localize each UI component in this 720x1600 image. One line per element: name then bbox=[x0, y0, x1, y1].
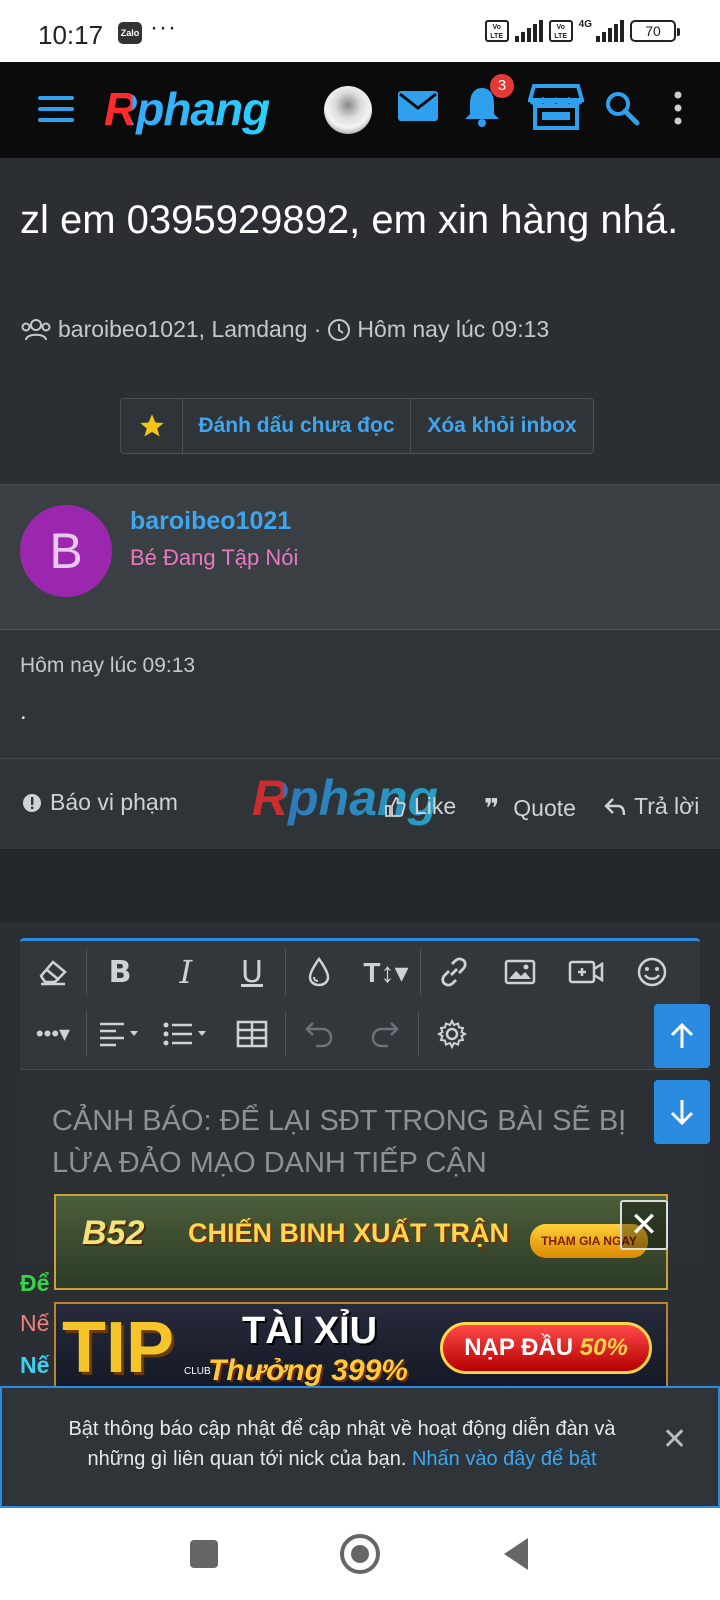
font-size-icon[interactable]: T↕▾ bbox=[352, 941, 420, 1003]
ad-b52-title: CHIẾN BINH XUẤT TRẬN bbox=[188, 1218, 509, 1248]
star-icon bbox=[139, 414, 164, 437]
editor-toolbar-row-1: B I U T↕▾ bbox=[20, 941, 700, 1003]
ad-tip-deposit-label: NẠP ĐẦU bbox=[464, 1334, 574, 1361]
thread-actions: Đánh dấu chưa đọc Xóa khỏi inbox bbox=[120, 398, 594, 454]
mail-icon[interactable] bbox=[396, 88, 440, 124]
more-notifications-icon: ··· bbox=[150, 14, 177, 41]
back-button[interactable] bbox=[504, 1538, 528, 1570]
reply-button[interactable]: Trả lời bbox=[604, 793, 699, 820]
message-avatar[interactable]: B bbox=[20, 505, 112, 597]
recent-apps-button[interactable] bbox=[190, 1540, 218, 1568]
report-button[interactable]: Báo vi phạm bbox=[22, 789, 178, 816]
clock-icon bbox=[328, 318, 351, 341]
message-date[interactable]: Hôm nay lúc 09:13 bbox=[20, 654, 195, 678]
reply-icon bbox=[604, 797, 626, 815]
ad-banner-b52[interactable]: B52 CHIẾN BINH XUẤT TRẬN THAM GIA NGAY bbox=[54, 1194, 668, 1290]
message-username[interactable]: baroibeo1021 bbox=[130, 507, 291, 536]
message-user-rank: Bé Đang Tập Nói bbox=[130, 545, 299, 570]
remove-inbox-button[interactable]: Xóa khỏi inbox bbox=[411, 399, 593, 453]
network-type: 4G bbox=[578, 19, 592, 30]
bold-icon[interactable]: B bbox=[87, 941, 153, 1003]
volte-icon-2: Vo LTE bbox=[548, 20, 573, 42]
home-button[interactable] bbox=[340, 1534, 380, 1574]
image-icon[interactable] bbox=[487, 941, 553, 1003]
mark-unread-button[interactable]: Đánh dấu chưa đọc bbox=[183, 399, 411, 453]
alert-icon bbox=[23, 793, 41, 812]
italic-icon[interactable]: I bbox=[153, 941, 219, 1003]
push-notification-banner: Bật thông báo cập nhật để cập nhật về ho… bbox=[0, 1386, 720, 1508]
message-actions: Báo vi phạm Rphang Like ❞ Quote Trả lời bbox=[0, 758, 720, 850]
site-header: Rphang 3 bbox=[0, 62, 720, 158]
editor-placeholder: CẢNH BÁO: ĐỂ LẠI SĐT TRONG BÀI SẼ BỊ LỪA… bbox=[52, 1105, 627, 1179]
message-text: . bbox=[20, 698, 27, 725]
color-drop-icon[interactable] bbox=[286, 941, 352, 1003]
message-body: Hôm nay lúc 09:13 . bbox=[0, 630, 720, 758]
quote-button[interactable]: ❞ Quote bbox=[484, 793, 576, 824]
editor-toolbar-row-2: •••▾ bbox=[20, 1003, 700, 1065]
kebab-menu-icon[interactable] bbox=[672, 90, 684, 126]
star-button[interactable] bbox=[121, 399, 183, 453]
message-header: B baroibeo1021 Bé Đang Tập Nói bbox=[0, 484, 720, 630]
ad-close-button[interactable]: ✕ bbox=[620, 1200, 668, 1250]
ad-tip-deposit-button[interactable]: NẠP ĐẦU 50% bbox=[440, 1322, 652, 1374]
signal-icon bbox=[514, 20, 543, 42]
notification-badge: 3 bbox=[490, 74, 514, 98]
reply-label: Trả lời bbox=[634, 793, 700, 819]
participants-icon bbox=[21, 318, 51, 340]
ad-b52-logo: B52 bbox=[82, 1214, 145, 1252]
store-icon[interactable] bbox=[528, 82, 584, 132]
ad-tip-title: TÀI XỈU bbox=[242, 1310, 378, 1352]
user-avatar[interactable] bbox=[324, 86, 372, 134]
battery-icon: 70 bbox=[630, 20, 680, 42]
rule-text-line-3: Nế bbox=[20, 1352, 50, 1378]
report-label: Báo vi phạm bbox=[50, 789, 178, 815]
quote-label: Quote bbox=[513, 795, 576, 821]
smiley-icon[interactable] bbox=[619, 941, 685, 1003]
undo-icon[interactable] bbox=[286, 1003, 352, 1065]
rule-text-line-2: Nế bbox=[20, 1310, 50, 1336]
ad-tip-club: CLUB bbox=[184, 1366, 211, 1377]
eraser-icon[interactable] bbox=[20, 941, 86, 1003]
scroll-top-button[interactable] bbox=[654, 1004, 710, 1068]
like-label: Like bbox=[414, 793, 457, 819]
site-logo[interactable]: Rphang bbox=[104, 82, 270, 136]
redo-icon[interactable] bbox=[352, 1003, 418, 1065]
arrow-down-icon bbox=[670, 1100, 694, 1126]
menu-icon[interactable] bbox=[38, 96, 74, 124]
ad-banner-tip[interactable]: TIP CLUB TÀI XỈU Thưởng 399% NẠP ĐẦU 50% bbox=[54, 1302, 668, 1390]
status-bar: 10:17 Zalo ··· Vo LTE Vo LTE 4G 70 bbox=[0, 0, 720, 62]
like-button[interactable]: Like bbox=[384, 793, 456, 820]
ad-tip-logo: TIP bbox=[62, 1308, 175, 1388]
rule-text-line-1: Để bbox=[20, 1270, 50, 1296]
arrow-up-icon bbox=[670, 1022, 694, 1048]
notice-enable-link[interactable]: Nhấn vào đây để bật bbox=[412, 1448, 597, 1470]
thumbs-up-icon bbox=[385, 796, 406, 817]
underline-icon[interactable]: U bbox=[219, 941, 285, 1003]
zalo-icon: Zalo bbox=[118, 22, 142, 44]
volte-icon: Vo LTE bbox=[484, 20, 509, 42]
notice-text: Bật thông báo cập nhật để cập nhật về ho… bbox=[42, 1414, 642, 1474]
thread-meta: baroibeo1021, Lamdang · Hôm nay lúc 09:1… bbox=[20, 316, 549, 343]
quote-icon: ❞ bbox=[484, 793, 500, 823]
scroll-bottom-button[interactable] bbox=[654, 1080, 710, 1144]
section-divider bbox=[0, 850, 720, 922]
close-icon[interactable]: ✕ bbox=[662, 1422, 687, 1457]
more-icon[interactable]: •••▾ bbox=[20, 1003, 86, 1065]
thread-title: zl em 0395929892, em xin hàng nhá. bbox=[20, 198, 679, 242]
thread-time: Hôm nay lúc 09:13 bbox=[357, 316, 550, 342]
table-icon[interactable] bbox=[219, 1003, 285, 1065]
status-time: 10:17 bbox=[38, 20, 104, 50]
status-indicators: Vo LTE Vo LTE 4G 70 bbox=[484, 19, 680, 42]
android-nav-bar bbox=[0, 1508, 720, 1600]
link-icon[interactable] bbox=[421, 941, 487, 1003]
ad-tip-deposit-percent: 50% bbox=[579, 1334, 628, 1361]
thread-participants[interactable]: baroibeo1021, Lamdang · bbox=[58, 316, 321, 343]
signal-icon-2 bbox=[596, 20, 624, 42]
search-icon[interactable] bbox=[604, 90, 640, 126]
settings-icon[interactable] bbox=[419, 1003, 485, 1065]
ad-tip-bonus: Thưởng 399% bbox=[208, 1354, 408, 1387]
video-icon[interactable] bbox=[553, 941, 619, 1003]
list-icon[interactable] bbox=[153, 1003, 219, 1065]
align-icon[interactable] bbox=[87, 1003, 153, 1065]
